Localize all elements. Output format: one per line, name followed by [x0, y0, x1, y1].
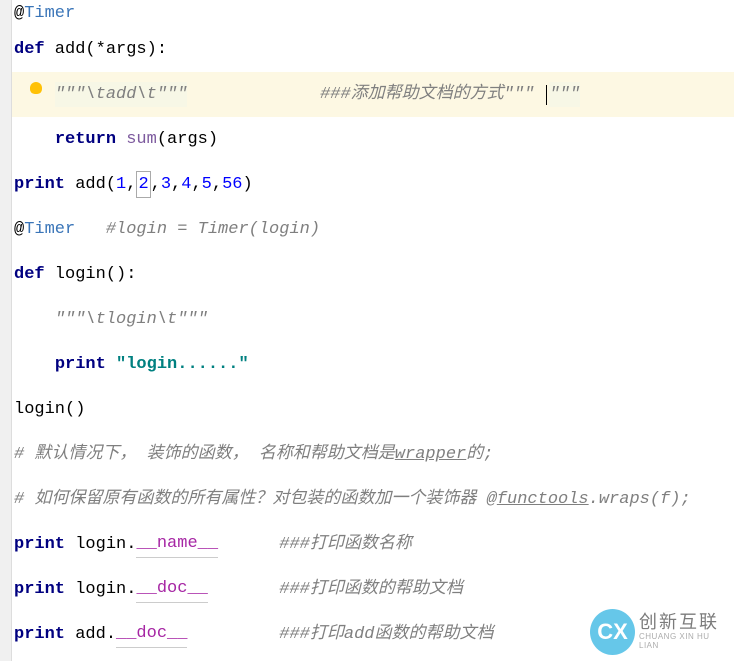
- watermark-icon: CX: [590, 609, 635, 655]
- keyword-print: print: [14, 532, 65, 558]
- code-line[interactable]: # 默认情况下， 装饰的函数， 名称和帮助文档是wrapper的;: [12, 432, 734, 477]
- code-line-highlighted[interactable]: """\tadd\t""" ###添加帮助文档的方式""" """: [12, 72, 734, 117]
- text-cursor: [546, 85, 547, 105]
- code-line[interactable]: # 如何保留原有函数的所有属性？对包装的函数加一个装饰器 @functools.…: [12, 477, 734, 522]
- comment-underline: wrapper: [395, 442, 466, 468]
- comment: # 默认情况下， 装饰的函数， 名称和帮助文档是: [14, 442, 395, 468]
- call-parens: (): [65, 397, 85, 423]
- docstring: """\tlogin\t""": [55, 307, 208, 333]
- call-open: add(: [65, 172, 116, 198]
- comment: .wraps(f): [589, 487, 681, 513]
- keyword-print: print: [14, 577, 65, 603]
- comment: # 如何保留原有函数的所有属性？对包装的函数加一个装饰器 @: [14, 487, 497, 513]
- code-line[interactable]: @Timer: [12, 0, 734, 27]
- call-name: login: [14, 397, 65, 423]
- watermark-logo: CX 创新互联 CHUANG XIN HU LIAN: [590, 607, 730, 657]
- code-line[interactable]: login(): [12, 387, 734, 432]
- keyword-print: print: [14, 172, 65, 198]
- dunder-attr: __doc__: [136, 576, 207, 603]
- object-ref: login.: [65, 577, 136, 603]
- comment-underline: functools: [497, 487, 589, 513]
- lightbulb-icon[interactable]: [30, 82, 42, 94]
- comment: 的;: [466, 442, 493, 468]
- params: ():: [106, 262, 137, 288]
- keyword-print: print: [14, 622, 65, 648]
- code-line[interactable]: return sum(args): [12, 117, 734, 162]
- function-name: login: [45, 262, 106, 288]
- comment: ###打印add函数的帮助文档: [279, 622, 493, 648]
- code-line[interactable]: print login.__doc__ ###打印函数的帮助文档: [12, 567, 734, 612]
- code-line[interactable]: def login():: [12, 252, 734, 297]
- code-line[interactable]: print "login......": [12, 342, 734, 387]
- dunder-attr: __doc__: [116, 621, 187, 648]
- code-editor: @Timer def add(*args): """\tadd\t""" ###…: [0, 0, 734, 657]
- number: 5: [202, 172, 212, 198]
- keyword-def: def: [14, 262, 45, 288]
- comment: ###打印函数名称: [279, 532, 412, 558]
- params: (*args):: [85, 37, 167, 63]
- decorator-at: @: [14, 217, 24, 243]
- call-args: (args): [157, 127, 218, 153]
- decorator-name: Timer: [24, 1, 75, 27]
- gutter: [0, 0, 12, 661]
- function-name: add: [45, 37, 86, 63]
- comment: ###添加帮助文档的方式""": [320, 82, 544, 108]
- keyword-print: print: [55, 352, 106, 378]
- comment: #login = Timer(login): [75, 217, 320, 243]
- comment: ###打印函数的帮助文档: [279, 577, 463, 603]
- docstring-trail: """: [549, 82, 580, 108]
- watermark-text-cn: 创新互联: [639, 613, 730, 633]
- dunder-attr: __name__: [136, 531, 218, 558]
- builtin-sum: sum: [116, 127, 157, 153]
- keyword-return: return: [55, 127, 116, 153]
- code-line[interactable]: def add(*args):: [12, 27, 734, 72]
- decorator-at: @: [14, 1, 24, 27]
- call-close: ): [242, 172, 252, 198]
- comment: ;: [680, 487, 690, 513]
- watermark-text-en: CHUANG XIN HU LIAN: [639, 633, 730, 651]
- keyword-def: def: [14, 37, 45, 63]
- number: 1: [116, 172, 126, 198]
- code-line[interactable]: print login.__name__ ###打印函数名称: [12, 522, 734, 567]
- number: 4: [181, 172, 191, 198]
- object-ref: login.: [65, 532, 136, 558]
- code-line[interactable]: """\tlogin\t""": [12, 297, 734, 342]
- string-literal: "login......": [106, 352, 249, 378]
- number: 56: [222, 172, 242, 198]
- docstring: """\tadd\t""": [55, 82, 188, 108]
- number: 2: [136, 171, 150, 199]
- code-line[interactable]: print add(1,2,3,4,5,56): [12, 162, 734, 207]
- object-ref: add.: [65, 622, 116, 648]
- code-line[interactable]: @Timer #login = Timer(login): [12, 207, 734, 252]
- decorator-name: Timer: [24, 217, 75, 243]
- number: 3: [161, 172, 171, 198]
